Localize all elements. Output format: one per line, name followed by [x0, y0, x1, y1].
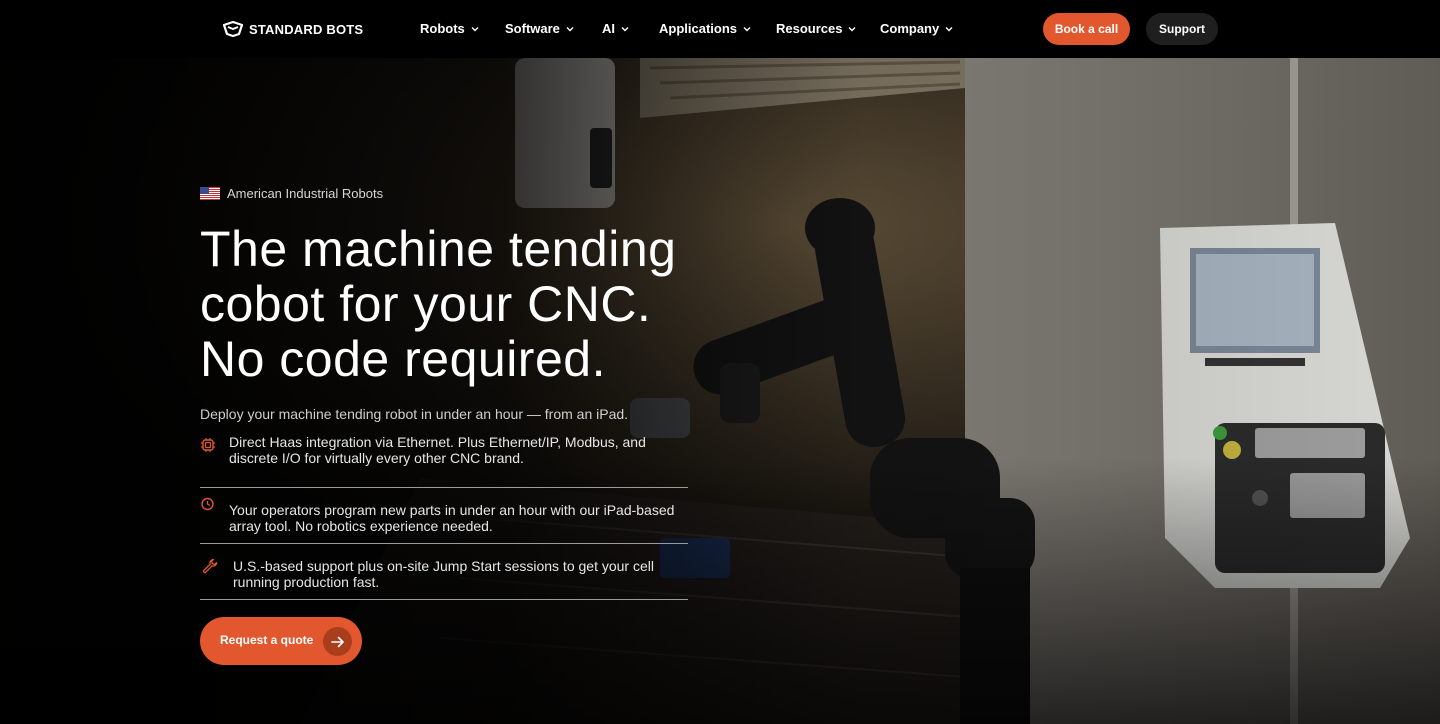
nav-item-label: Resources — [776, 21, 843, 36]
nav-item-robots[interactable]: Robots — [420, 21, 479, 36]
brand-name: STANDARD BOTS — [249, 21, 364, 37]
hero-subhead: Deploy your machine tending robot in und… — [200, 406, 629, 422]
support-button[interactable]: Support — [1146, 13, 1218, 45]
request-quote-label: Request a quote — [220, 633, 314, 647]
feature-item: U.S.-based support plus on-site Jump Sta… — [200, 544, 688, 600]
chevron-down-icon — [848, 26, 856, 31]
feature-text: Direct Haas integration via Ethernet. Pl… — [229, 434, 646, 466]
feature-item: Your operators program new parts in unde… — [200, 488, 688, 544]
clock-icon — [201, 497, 214, 511]
book-a-call-button[interactable]: Book a call — [1043, 13, 1130, 45]
chevron-down-icon — [945, 26, 953, 31]
top-navbar: STANDARD BOTS Robots Software AI Applica… — [0, 0, 1440, 58]
brand-logo[interactable]: STANDARD BOTS — [223, 21, 363, 37]
nav-item-ai[interactable]: AI — [602, 21, 629, 36]
feature-list: Direct Haas integration via Ethernet. Pl… — [200, 432, 688, 600]
standard-bots-logo-icon — [223, 21, 243, 37]
wrench-icon — [202, 558, 218, 574]
chevron-down-icon — [621, 26, 629, 31]
arrow-right-icon — [323, 627, 352, 656]
american-robots-badge: American Industrial Robots — [200, 186, 383, 201]
nav-item-applications[interactable]: Applications — [659, 21, 751, 36]
headline-line: The machine tending — [200, 221, 677, 277]
nav-item-label: Robots — [420, 21, 465, 36]
nav-item-label: Software — [505, 21, 560, 36]
nav-item-company[interactable]: Company — [880, 21, 953, 36]
feature-text: U.S.-based support plus on-site Jump Sta… — [233, 558, 654, 590]
nav-item-label: Company — [880, 21, 940, 36]
nav-item-label: AI — [602, 21, 615, 36]
chevron-down-icon — [471, 26, 479, 31]
chevron-down-icon — [743, 26, 751, 31]
page: STANDARD BOTS Robots Software AI Applica… — [0, 0, 1440, 724]
nav-item-software[interactable]: Software — [505, 21, 574, 36]
headline-line: cobot for your CNC. — [200, 276, 652, 332]
headline-line: No code required. — [200, 331, 606, 387]
chip-icon — [201, 438, 215, 452]
request-quote-button[interactable]: Request a quote — [200, 617, 362, 665]
nav-item-resources[interactable]: Resources — [776, 21, 856, 36]
us-flag-icon — [200, 187, 220, 200]
feature-text: Your operators program new parts in unde… — [229, 502, 675, 534]
feature-item: Direct Haas integration via Ethernet. Pl… — [200, 432, 688, 488]
chevron-down-icon — [566, 26, 574, 31]
hero-headline: The machine tending cobot for your CNC. … — [200, 222, 760, 387]
badge-label: American Industrial Robots — [227, 186, 384, 201]
nav-item-label: Applications — [659, 21, 738, 36]
